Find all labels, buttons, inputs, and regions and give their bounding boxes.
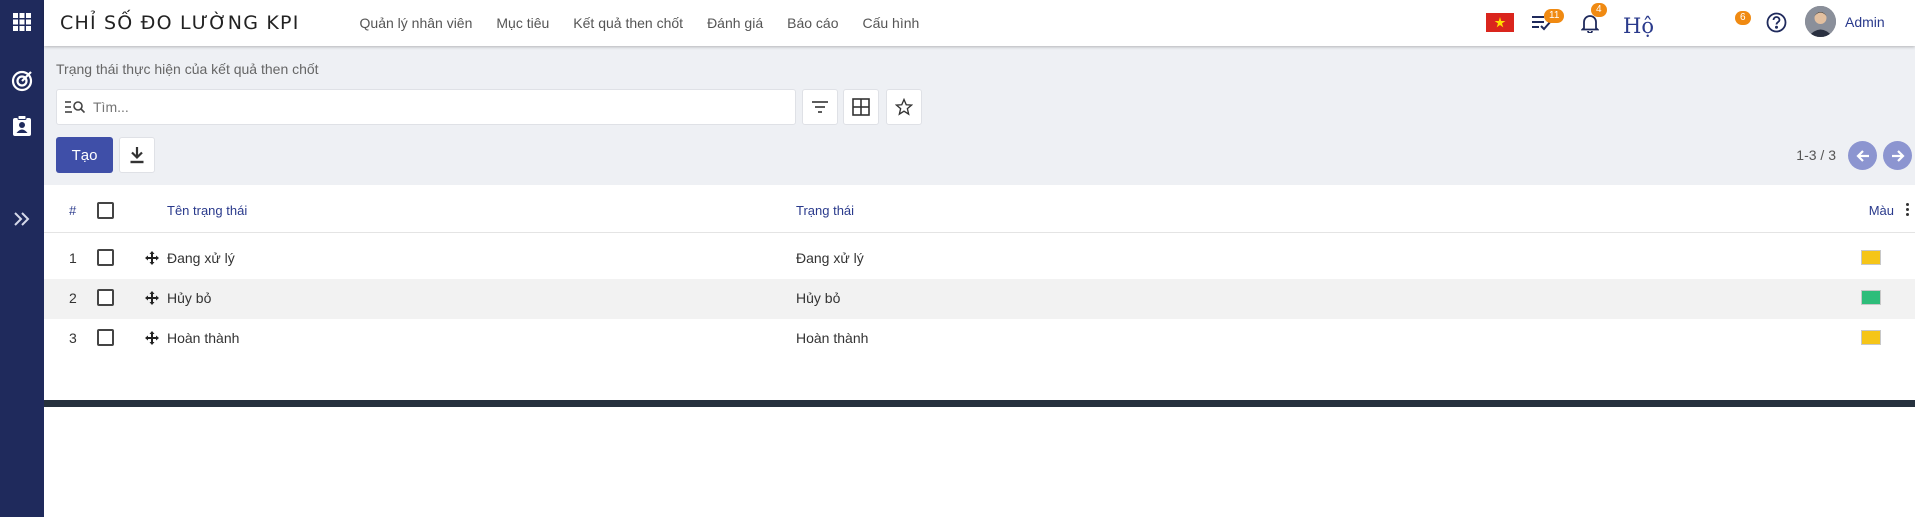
search-box — [56, 89, 796, 125]
row-checkbox[interactable] — [97, 329, 114, 346]
menu-item-employees[interactable]: Quản lý nhân viên — [360, 15, 473, 31]
header-color[interactable]: Màu — [1869, 203, 1894, 218]
topbar-right: 11 4 Hộ 6 Admin — [1355, 0, 1915, 46]
color-swatch — [1861, 250, 1881, 265]
table-row[interactable]: 1 Đang xử lý Đang xử lý — [44, 239, 1915, 279]
star-icon — [895, 98, 913, 116]
create-button[interactable]: Tạo — [56, 137, 113, 173]
pager-previous-button[interactable] — [1848, 141, 1877, 170]
footer-bar — [44, 400, 1915, 407]
row-name: Hủy bỏ — [167, 290, 212, 306]
row-name: Hoàn thành — [167, 330, 240, 346]
table-row[interactable]: 2 Hủy bỏ Hủy bỏ — [44, 279, 1915, 319]
row-index: 2 — [69, 290, 77, 306]
header-index: # — [69, 203, 77, 218]
table-row[interactable]: 3 Hoàn thành Hoàn thành — [44, 319, 1915, 359]
help-icon[interactable] — [1766, 12, 1787, 33]
apps-grid-icon[interactable] — [0, 7, 44, 37]
color-swatch — [1861, 290, 1881, 305]
color-swatch — [1861, 330, 1881, 345]
arrow-right-icon — [1891, 149, 1905, 162]
search-options-icon[interactable] — [65, 100, 85, 114]
breadcrumb: Trạng thái thực hiện của kết quả then ch… — [56, 61, 319, 77]
menu-item-reports[interactable]: Báo cáo — [787, 15, 838, 31]
row-state: Hủy bỏ — [796, 290, 841, 306]
menu-item-objectives[interactable]: Mục tiêu — [496, 15, 549, 31]
app-title: CHỈ SỐ ĐO LƯỜNG KPI — [60, 12, 300, 34]
row-index: 1 — [69, 250, 77, 266]
table-header: # Tên trạng thái Trạng thái Màu — [44, 185, 1915, 233]
notifications-badge: 4 — [1591, 3, 1607, 17]
drag-handle-icon[interactable] — [145, 251, 159, 268]
select-all-checkbox[interactable] — [97, 202, 114, 219]
row-index: 3 — [69, 330, 77, 346]
header-state[interactable]: Trạng thái — [796, 203, 854, 218]
double-chevron-right-icon[interactable] — [0, 204, 44, 234]
group-by-button[interactable] — [843, 89, 879, 125]
activities-badge: 11 — [1544, 9, 1565, 23]
drag-handle-icon[interactable] — [145, 291, 159, 308]
extra-label[interactable]: Hộ — [1623, 14, 1654, 38]
menu-item-configuration[interactable]: Cấu hình — [862, 15, 919, 31]
left-sidebar — [0, 0, 44, 517]
search-input[interactable] — [93, 99, 733, 115]
top-navbar: CHỈ SỐ ĐO LƯỜNG KPI Quản lý nhân viên Mụ… — [44, 0, 1915, 46]
row-checkbox[interactable] — [97, 289, 114, 306]
avatar[interactable] — [1805, 6, 1836, 37]
filter-icon — [812, 101, 828, 113]
row-state: Hoàn thành — [796, 330, 869, 346]
row-checkbox[interactable] — [97, 249, 114, 266]
main-menu: Quản lý nhân viên Mục tiêu Kết quả then … — [360, 15, 944, 31]
target-icon[interactable] — [0, 66, 44, 96]
header-name[interactable]: Tên trạng thái — [167, 203, 247, 218]
filter-button[interactable] — [802, 89, 838, 125]
menu-item-key-results[interactable]: Kết quả then chốt — [573, 15, 683, 31]
extra-badge: 6 — [1735, 11, 1751, 25]
vietnam-flag-icon[interactable] — [1486, 13, 1514, 32]
row-name: Đang xử lý — [167, 250, 235, 266]
download-button[interactable] — [119, 137, 155, 173]
download-icon — [130, 147, 144, 164]
arrow-left-icon — [1855, 149, 1869, 162]
user-name[interactable]: Admin — [1845, 14, 1885, 30]
pager-value[interactable]: 1-3 / 3 — [1796, 147, 1836, 163]
grid-icon — [852, 98, 870, 116]
pager-next-button[interactable] — [1883, 141, 1912, 170]
list-table: # Tên trạng thái Trạng thái Màu 1 Đang x… — [44, 185, 1915, 400]
favorites-button[interactable] — [886, 89, 922, 125]
clipboard-user-icon[interactable] — [0, 111, 44, 141]
control-panel: Trạng thái thực hiện của kết quả then ch… — [44, 46, 1915, 185]
menu-item-evaluation[interactable]: Đánh giá — [707, 15, 763, 31]
row-state: Đang xử lý — [796, 250, 864, 266]
column-options-icon[interactable] — [1906, 203, 1909, 216]
drag-handle-icon[interactable] — [145, 331, 159, 348]
